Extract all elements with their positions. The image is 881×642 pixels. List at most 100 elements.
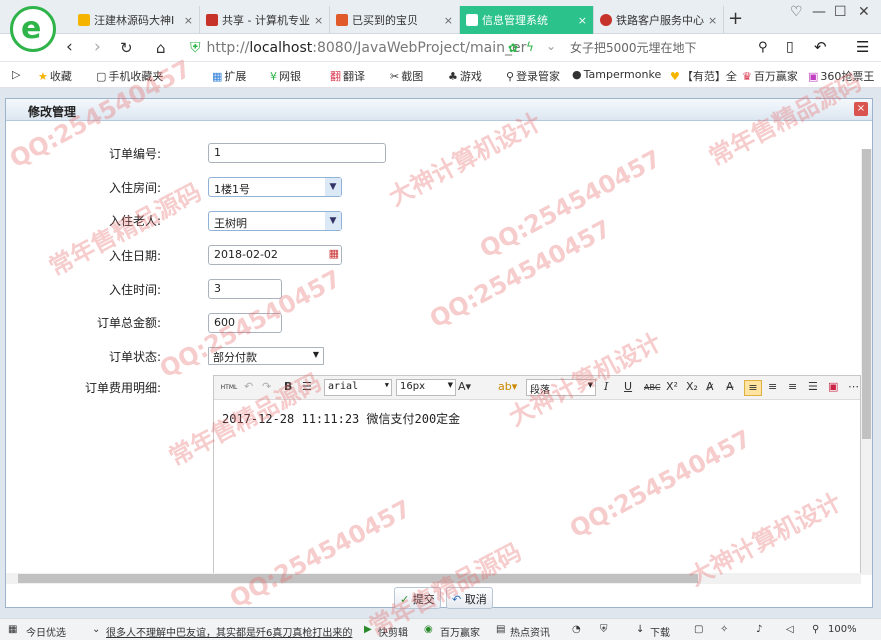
editor-content[interactable]: 2017-12-28 11:11:23 微信支付200定金 [222,410,460,427]
dropdown-arrow-icon[interactable]: ⌄ [546,39,556,53]
status-item-hotnews[interactable]: 热点资讯 [510,624,550,639]
bookmark-mobile[interactable]: ▢ 手机收藏夹 [96,68,163,84]
clean-icon[interactable]: ✧ [720,624,728,635]
skin-icon[interactable]: ♡ [790,4,803,20]
italic-button[interactable]: I [604,380,608,396]
status-item-download[interactable]: 下载 [650,624,670,639]
underline-button[interactable]: U [624,380,632,396]
sound-icon[interactable]: ♪ [756,624,762,635]
clear-format-icon[interactable]: A̷ [706,380,714,396]
bookmark-favorites[interactable]: ★ 收藏 [38,68,72,84]
close-icon[interactable]: × [574,14,587,27]
superscript-button[interactable]: X² [666,380,678,396]
strikethrough-button[interactable]: ABC [644,380,660,396]
bookmark-games[interactable]: ♣ 游戏 [448,68,482,84]
vertical-scrollbar[interactable] [861,149,872,575]
speed-icon[interactable]: ◔ [572,624,581,635]
phone-icon[interactable]: ▯ [786,39,794,55]
bookmark-youfan[interactable]: ♥ 【有范】全 [670,68,737,84]
close-icon[interactable]: × [704,14,717,27]
zoom-level[interactable]: 100% [828,624,857,635]
chevron-down-icon[interactable]: ▼ [325,178,341,196]
lightning-icon[interactable]: ϟ [526,40,534,54]
image-icon[interactable]: ▣ [828,380,838,396]
chevron-down-icon[interactable]: ⌄ [92,624,100,635]
close-window-icon[interactable]: ✕ [858,4,870,20]
total-input[interactable]: 600 [208,313,282,333]
today-pick-icon[interactable]: ▦ [8,624,17,635]
bookmark-millionaire[interactable]: ♛ 百万赢家 [742,68,798,84]
back-icon[interactable]: ‹ [66,37,73,57]
browser-tab-2[interactable]: 共享 - 计算机专业 × [200,6,330,34]
more-icon[interactable]: ⋯ [848,380,859,396]
align-center-button[interactable]: ≡ [768,380,777,396]
paragraph-select[interactable]: 段落 ▼ [526,379,596,396]
chevron-down-icon[interactable]: ▼ [325,212,341,230]
close-icon[interactable]: × [440,14,453,27]
download-icon[interactable]: ↓ [636,624,644,635]
news-icon[interactable]: ▤ [496,624,505,635]
sidebar-toggle-icon[interactable]: ▷ [12,68,20,81]
status-item-millionaire[interactable]: 百万赢家 [440,624,480,639]
browser-tab-4[interactable]: 信息管理系统 × [460,6,594,34]
align-left-button[interactable]: ≡ [744,380,762,396]
undo-icon[interactable]: ↶ [244,380,253,396]
bookmark-bank[interactable]: ¥ 网银 [270,68,301,84]
calendar-icon[interactable]: ▦ [329,247,339,260]
undo-icon[interactable]: ↶ [814,38,827,56]
today-pick-label[interactable]: 今日优选 [26,624,66,639]
scrollbar-thumb[interactable] [18,574,698,583]
shield-icon[interactable]: ⛨ [600,624,608,635]
news-ticker[interactable]: 很多人不理解中巴友谊，其实都是歼6真刀真枪打出来的 [106,624,360,639]
bookmark-tampermonkey[interactable]: ● Tampermonke [572,68,661,81]
browser-tab-3[interactable]: 已买到的宝贝 × [330,6,460,34]
scrollbar-thumb[interactable] [862,149,871,439]
page-icon[interactable]: ▢ [694,624,703,635]
html-source-button[interactable]: HTML [218,380,240,396]
status-item-quickclip[interactable]: 快剪辑 [378,624,408,639]
close-icon[interactable]: × [310,14,323,27]
horizontal-scrollbar[interactable] [6,573,861,584]
bookmark-translate[interactable]: 翻翻译 [330,68,365,84]
format-painter-icon[interactable]: A̶ [726,380,734,396]
minimize-icon[interactable]: — [812,4,826,20]
browser-tab-1[interactable]: 汪建林源码大神I × [72,6,200,34]
duration-input[interactable]: 3 [208,279,282,299]
bold-button[interactable]: B [284,380,292,396]
maximize-icon[interactable]: ☐ [834,4,847,20]
status-select[interactable]: 部分付款 ▼ [208,347,324,365]
secure-icon[interactable]: ✿ [508,41,518,55]
panel-close-button[interactable]: × [854,102,868,116]
address-bar[interactable]: ⛨ http://localhost:8080/JavaWebProject/m… [190,37,540,59]
browser-tab-5[interactable]: 铁路客户服务中心 × [594,6,724,34]
highlight-icon[interactable]: ab▾ [498,380,517,396]
format-icon[interactable]: ☰ [302,380,312,396]
zoom-icon[interactable]: ⚲ [812,624,819,635]
forward-icon[interactable]: › [94,37,101,57]
mute-icon[interactable]: ◁ [786,624,794,635]
align-right-button[interactable]: ≡ [788,380,797,396]
bookmark-login-manager[interactable]: ⚲ 登录管家 [506,68,560,84]
order-no-input[interactable]: 1 [208,143,386,163]
search-input[interactable]: 女子把5000元埋在地下 [570,39,775,59]
menu-icon[interactable]: ☰ [856,38,869,56]
font-family-select[interactable]: arial ▼ [324,379,392,396]
caret-down-icon[interactable]: ▼ [313,350,319,359]
redo-icon[interactable]: ↷ [262,380,271,396]
elder-select[interactable]: 王树明 ▼ [208,211,342,231]
close-icon[interactable]: × [180,14,193,27]
bookmark-extensions[interactable]: ▦ 扩展 [212,68,246,84]
refresh-icon[interactable]: ↻ [120,39,133,57]
rich-text-editor[interactable]: HTML ↶ ↷ B ☰ arial ▼ 16px ▼ A▾ ab▾ 段落 ▼ I U… [213,375,861,575]
search-icon[interactable]: ⚲ [758,40,768,55]
bookmark-screenshot[interactable]: ✂ 截图 [390,68,423,84]
room-select[interactable]: 1楼1号 ▼ [208,177,342,197]
home-icon[interactable]: ⌂ [156,39,166,57]
align-justify-button[interactable]: ☰ [808,380,818,396]
font-size-select[interactable]: 16px ▼ [396,379,456,396]
new-tab-button[interactable]: + [728,8,743,29]
play-circle-icon[interactable]: ◉ [424,624,433,635]
date-input[interactable]: 2018-02-02 ▦ [208,245,342,265]
subscript-button[interactable]: X₂ [686,380,698,396]
video-edit-icon[interactable]: ▶ [364,624,372,635]
